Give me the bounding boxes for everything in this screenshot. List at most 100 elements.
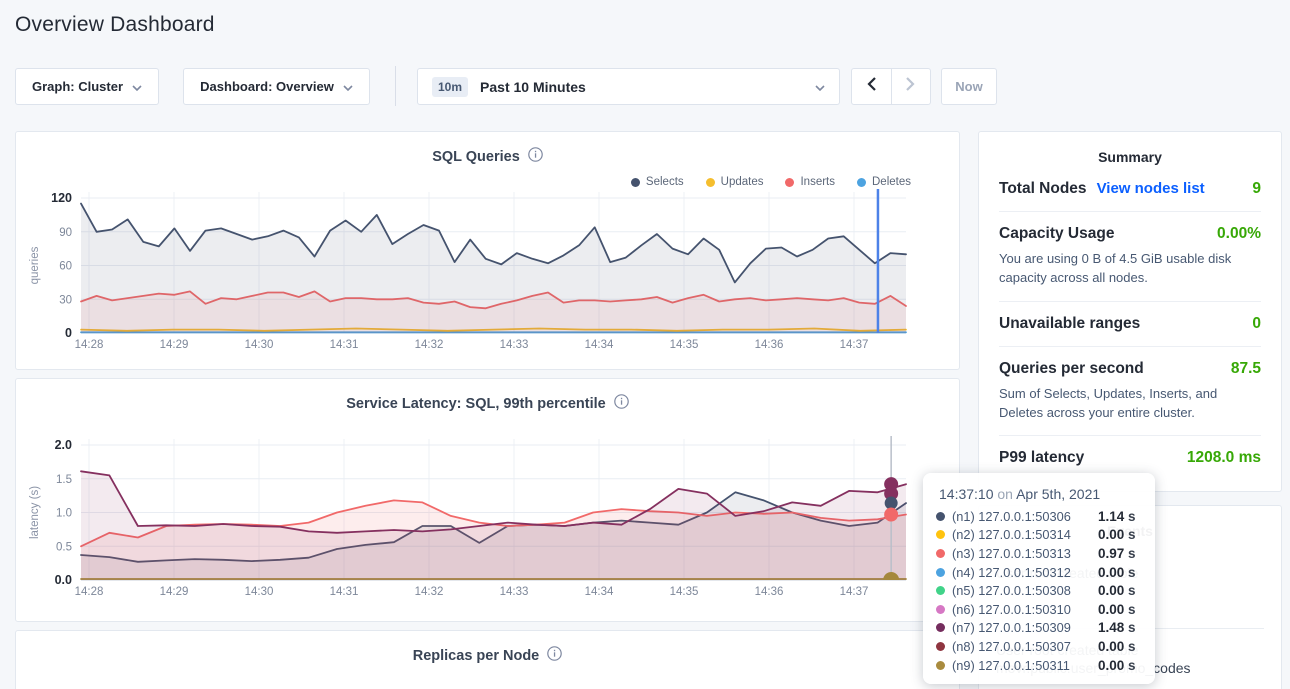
capacity-usage-description: You are using 0 B of 4.5 GiB usable disk… xyxy=(999,250,1261,288)
tooltip-node-row: (n1) 127.0.0.1:503061.14 s xyxy=(936,507,1142,526)
service-latency-chart[interactable]: 14:28 14:29 14:30 14:31 14:32 14:33 14:34 14:35… xyxy=(16,423,959,613)
svg-text:14:32: 14:32 xyxy=(415,586,444,598)
tooltip-node-label: (n2) 127.0.0.1:50314 xyxy=(952,527,1098,542)
series-dot-icon xyxy=(936,512,945,521)
replicas-title-row: Replicas per Node xyxy=(16,646,959,665)
info-icon[interactable] xyxy=(614,394,629,413)
svg-text:14:30: 14:30 xyxy=(245,586,274,598)
chart-canvas: 14:28 14:29 14:30 14:31 14:32 14:33 14:34 14:35… xyxy=(16,423,959,608)
crosshair-dot-icon xyxy=(884,508,898,522)
dashboard-dropdown[interactable]: Dashboard: Overview xyxy=(183,68,370,105)
series-dot-icon xyxy=(936,661,945,670)
next-timespan-button[interactable] xyxy=(891,69,930,104)
service-latency-title: Service Latency: SQL, 99th percentile xyxy=(346,396,606,412)
tooltip-node-value: 0.00 s xyxy=(1098,602,1142,617)
svg-text:14:31: 14:31 xyxy=(330,339,359,351)
view-nodes-list-link[interactable]: View nodes list xyxy=(1097,180,1205,197)
tooltip-node-label: (n5) 127.0.0.1:50308 xyxy=(952,583,1098,598)
summary-unavailable-section: Unavailable ranges 0 xyxy=(999,301,1261,346)
svg-text:queries: queries xyxy=(29,246,41,284)
tooltip-node-row: (n3) 127.0.0.1:503130.97 s xyxy=(936,544,1142,563)
time-range-badge: 10m xyxy=(432,77,468,97)
dashboard-dropdown-label: Dashboard: Overview xyxy=(200,79,334,94)
now-button[interactable]: Now xyxy=(941,68,997,105)
tooltip-time: 14:37:10 xyxy=(939,486,994,502)
tooltip-node-row: (n6) 127.0.0.1:503100.00 s xyxy=(936,600,1142,619)
chart-hover-tooltip: 14:37:10 on Apr 5th, 2021 (n1) 127.0.0.1… xyxy=(923,473,1155,684)
qps-value: 87.5 xyxy=(1231,360,1261,378)
tooltip-node-row: (n2) 127.0.0.1:503140.00 s xyxy=(936,526,1142,545)
tooltip-node-value: 0.00 s xyxy=(1098,565,1142,580)
series-dot-icon xyxy=(936,623,945,632)
unavailable-ranges-label: Unavailable ranges xyxy=(999,315,1140,333)
page-title: Overview Dashboard xyxy=(15,13,215,37)
svg-text:14:35: 14:35 xyxy=(670,339,699,351)
service-latency-title-row: Service Latency: SQL, 99th percentile xyxy=(16,394,959,413)
series-dot-icon xyxy=(936,605,945,614)
tooltip-node-value: 1.48 s xyxy=(1098,620,1142,635)
chevron-down-icon xyxy=(132,78,142,96)
sql-queries-chart[interactable]: 14:2814:2914:3014:3114:3214:3314:3414:35… xyxy=(16,176,959,366)
tooltip-node-label: (n9) 127.0.0.1:50311 xyxy=(952,658,1098,673)
tooltip-node-value: 0.00 s xyxy=(1098,527,1142,542)
tooltip-node-value: 0.00 s xyxy=(1098,658,1142,673)
sql-queries-panel: SQL Queries SelectsUpdatesInsertsDeletes… xyxy=(15,131,960,370)
sql-queries-title: SQL Queries xyxy=(432,149,520,165)
svg-text:60: 60 xyxy=(59,261,72,273)
chevron-right-icon xyxy=(906,77,915,96)
unavailable-ranges-value: 0 xyxy=(1252,315,1261,333)
tooltip-node-label: (n4) 127.0.0.1:50312 xyxy=(952,565,1098,580)
svg-text:14:33: 14:33 xyxy=(500,339,529,351)
total-nodes-value: 9 xyxy=(1252,180,1261,198)
chevron-down-icon xyxy=(343,78,353,96)
tooltip-node-value: 0.97 s xyxy=(1098,546,1142,561)
tooltip-node-label: (n7) 127.0.0.1:50309 xyxy=(952,620,1098,635)
svg-text:14:34: 14:34 xyxy=(585,586,614,598)
now-button-label: Now xyxy=(955,79,982,94)
crosshair-dot-icon xyxy=(883,572,899,588)
tooltip-node-label: (n1) 127.0.0.1:50306 xyxy=(952,509,1098,524)
summary-qps-section: Queries per second 87.5 Sum of Selects, … xyxy=(999,346,1261,436)
svg-text:120: 120 xyxy=(51,191,72,205)
svg-text:14:36: 14:36 xyxy=(755,339,784,351)
svg-text:30: 30 xyxy=(59,294,72,306)
svg-text:14:34: 14:34 xyxy=(585,339,614,351)
series-dot-icon xyxy=(936,568,945,577)
tooltip-node-value: 0.00 s xyxy=(1098,639,1142,654)
chevron-down-icon xyxy=(815,78,825,96)
svg-text:14:35: 14:35 xyxy=(670,586,699,598)
svg-text:14:29: 14:29 xyxy=(160,586,189,598)
tooltip-node-value: 0.00 s xyxy=(1098,583,1142,598)
svg-text:14:28: 14:28 xyxy=(75,586,104,598)
svg-text:0: 0 xyxy=(65,326,72,340)
capacity-usage-value: 0.00% xyxy=(1217,225,1261,243)
svg-text:2.0: 2.0 xyxy=(55,438,72,452)
tooltip-node-label: (n8) 127.0.0.1:50307 xyxy=(952,639,1098,654)
tooltip-node-label: (n6) 127.0.0.1:50310 xyxy=(952,602,1098,617)
info-icon[interactable] xyxy=(547,646,562,665)
svg-text:14:29: 14:29 xyxy=(160,339,189,351)
svg-text:14:33: 14:33 xyxy=(500,586,529,598)
svg-text:latency (s): latency (s) xyxy=(29,486,41,539)
p99-latency-label: P99 latency xyxy=(999,449,1084,467)
time-range-label: Past 10 Minutes xyxy=(480,79,586,95)
series-dot-icon xyxy=(936,642,945,651)
graph-dropdown-label: Graph: Cluster xyxy=(32,79,123,94)
time-range-dropdown[interactable]: 10m Past 10 Minutes xyxy=(417,68,840,105)
tooltip-node-row: (n8) 127.0.0.1:503070.00 s xyxy=(936,637,1142,656)
tooltip-node-value: 1.14 s xyxy=(1098,509,1142,524)
capacity-usage-label: Capacity Usage xyxy=(999,225,1114,243)
previous-timespan-button[interactable] xyxy=(852,69,891,104)
info-icon[interactable] xyxy=(528,147,543,166)
svg-text:14:32: 14:32 xyxy=(415,339,444,351)
sql-queries-title-row: SQL Queries xyxy=(16,147,959,166)
tooltip-node-row: (n4) 127.0.0.1:503120.00 s xyxy=(936,563,1142,582)
svg-text:14:31: 14:31 xyxy=(330,586,359,598)
time-nav-group xyxy=(851,68,931,105)
svg-text:90: 90 xyxy=(59,227,72,239)
tooltip-node-row: (n5) 127.0.0.1:503080.00 s xyxy=(936,581,1142,600)
summary-title: Summary xyxy=(979,132,1281,178)
svg-text:14:36: 14:36 xyxy=(755,586,784,598)
tooltip-rows: (n1) 127.0.0.1:503061.14 s(n2) 127.0.0.1… xyxy=(936,507,1142,674)
graph-dropdown[interactable]: Graph: Cluster xyxy=(15,68,159,105)
